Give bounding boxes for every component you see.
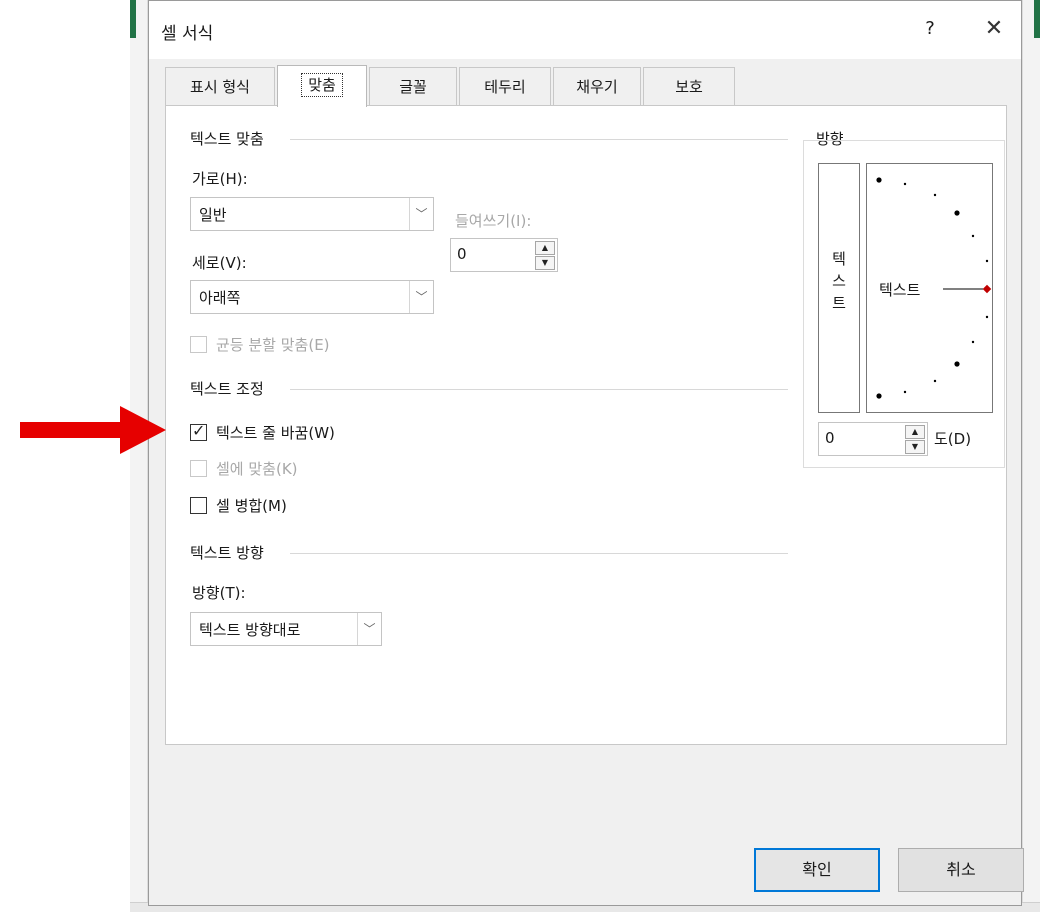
wrap-text-checkbox[interactable]: ✓ [190, 421, 207, 441]
spreadsheet-background-right [1022, 0, 1040, 912]
section-divider [290, 139, 788, 140]
degree-value: 0 [825, 429, 835, 447]
dialog-titlebar: 셀 서식 ? ✕ [149, 1, 1021, 59]
degree-label: 도(D) [934, 430, 972, 448]
shrink-to-fit-checkbox[interactable] [190, 460, 207, 477]
distributed-checkbox[interactable] [190, 336, 207, 353]
merge-cells-checkbox[interactable] [190, 497, 207, 514]
distributed-label: 균등 분할 맞춤(E) [216, 336, 330, 354]
spin-down-icon[interactable]: ▼ [535, 256, 555, 270]
section-divider [290, 553, 788, 554]
red-arrow-icon [20, 406, 166, 454]
excel-accent-bar [1034, 0, 1040, 38]
checkmark-icon: ✓ [192, 421, 206, 440]
direction-label: 방향(T): [192, 584, 246, 602]
spin-down-icon[interactable]: ▼ [905, 440, 925, 454]
degree-spinner[interactable]: 0 ▲ ▼ [818, 422, 928, 456]
text-direction-heading: 텍스트 방향 [190, 544, 264, 562]
section-divider [290, 389, 788, 390]
excel-accent-bar [130, 0, 136, 38]
tab-fill[interactable]: 채우기 [553, 67, 641, 105]
wrap-text-label: 텍스트 줄 바꿈(W) [216, 424, 335, 442]
vertical-label: 세로(V): [192, 254, 247, 272]
merge-cells-label: 셀 병합(M) [216, 497, 287, 515]
direction-value: 텍스트 방향대로 [199, 621, 301, 639]
chevron-down-icon[interactable]: ﹀ [409, 198, 433, 230]
close-button[interactable]: ✕ [977, 13, 1011, 45]
chevron-down-icon[interactable]: ﹀ [409, 281, 433, 313]
horizontal-label: 가로(H): [192, 170, 248, 188]
text-alignment-heading: 텍스트 맞춤 [190, 130, 264, 148]
ok-button[interactable]: 확인 [754, 848, 880, 892]
chevron-down-icon[interactable]: ﹀ [357, 613, 381, 645]
orientation-dial-graphic: 텍스트 [876, 177, 992, 399]
spreadsheet-background-left [130, 0, 148, 912]
orientation-dial[interactable]: 텍스트 [866, 163, 993, 413]
spin-up-icon[interactable]: ▲ [535, 241, 555, 255]
vertical-text-toggle[interactable]: 텍 스 트 [818, 163, 860, 413]
tab-protection[interactable]: 보호 [643, 67, 735, 105]
text-control-heading: 텍스트 조정 [190, 380, 264, 398]
indent-spinner[interactable]: 0 ▲ ▼ [450, 238, 558, 272]
indent-value: 0 [457, 245, 467, 263]
vertical-text: 텍 스 트 [832, 250, 846, 312]
indent-label: 들여쓰기(I): [455, 212, 532, 230]
tab-border[interactable]: 테두리 [459, 67, 551, 105]
help-button[interactable]: ? [917, 15, 943, 43]
dialog-title: 셀 서식 [161, 24, 214, 44]
vertical-select[interactable]: 아래쪽 ﹀ [190, 280, 434, 314]
spin-up-icon[interactable]: ▲ [905, 425, 925, 439]
horizontal-select[interactable]: 일반 ﹀ [190, 197, 434, 231]
cancel-button[interactable]: 취소 [898, 848, 1024, 892]
tab-number[interactable]: 표시 형식 [165, 67, 275, 105]
tab-alignment[interactable]: 맞춤 [277, 65, 367, 107]
tab-font[interactable]: 글꼴 [369, 67, 457, 105]
horizontal-value: 일반 [199, 206, 227, 224]
dial-text: 텍스트 [879, 281, 921, 299]
direction-select[interactable]: 텍스트 방향대로 ﹀ [190, 612, 382, 646]
vertical-value: 아래쪽 [199, 289, 241, 307]
shrink-to-fit-label: 셀에 맞춤(K) [216, 460, 298, 478]
